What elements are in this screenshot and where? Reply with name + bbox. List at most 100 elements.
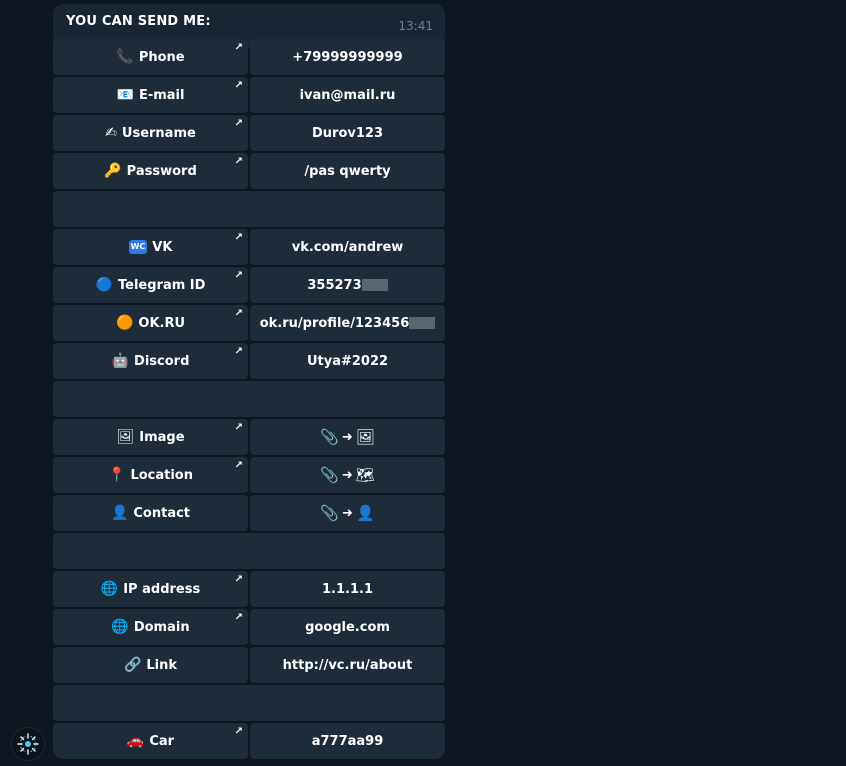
keyboard-button-domain[interactable]: 🌐 Domain ↗ [53, 609, 248, 645]
keyboard-row: 🔗 Link http://vc.ru/about [53, 647, 445, 683]
open-link-arrow-icon: ↗ [234, 232, 243, 243]
bot-logo-icon [17, 733, 39, 755]
open-link-arrow-icon: ↗ [234, 80, 243, 91]
value-text: http://vc.ru/about [282, 657, 413, 673]
keyboard-button-ok-ru[interactable]: 🟠 OK.RU ↗ [53, 305, 248, 341]
button-label: Password [126, 163, 197, 179]
key-icon: 🔑 [104, 163, 122, 179]
value-button[interactable]: +79999999999 [250, 39, 445, 75]
open-link-arrow-icon: ↗ [234, 612, 243, 623]
value-text: 1.1.1.1 [322, 581, 373, 597]
blank-button[interactable] [53, 685, 445, 721]
button-label: Username [121, 125, 196, 141]
blank-button[interactable] [53, 533, 445, 569]
link-icon: 🔗 [123, 657, 142, 673]
right-arrow-icon: ➜ [341, 429, 353, 445]
keyboard-button-password[interactable]: 🔑 Password ↗ [53, 153, 248, 189]
value-text: 355273 [307, 277, 362, 293]
chat-area: YOU CAN SEND ME: 13:41 📞 Phone ↗ +799999999… [0, 0, 846, 766]
keyboard-button-contact[interactable]: 👤 Contact [53, 495, 248, 531]
button-label: Link [146, 657, 178, 673]
keyboard-button-phone[interactable]: 📞 Phone ↗ [53, 39, 248, 75]
button-label: Contact [133, 505, 191, 521]
open-link-arrow-icon: ↗ [234, 574, 243, 585]
button-label: Discord [134, 353, 190, 369]
right-arrow-icon: ➜ [341, 467, 353, 483]
keyboard-row: 📞 Phone ↗ +79999999999 [53, 39, 445, 75]
button-label: OK.RU [138, 315, 186, 331]
car-icon: 🚗 [126, 733, 145, 749]
button-label: VK [152, 239, 173, 255]
keyboard-row: 🖼 Image ↗ 📎 ➜ 🖼 [53, 419, 445, 455]
keyboard-button-username[interactable]: ✍ Username ↗ [53, 115, 248, 151]
blank-button[interactable] [53, 191, 445, 227]
open-link-arrow-icon: ↗ [234, 308, 243, 319]
value-button[interactable]: 📎 ➜ 🗺 [250, 457, 445, 493]
button-label: Car [149, 733, 175, 749]
blank-button[interactable] [53, 381, 445, 417]
paperclip-icon: 📎 [320, 428, 339, 446]
keyboard-button-car[interactable]: 🚗 Car ↗ [53, 723, 248, 759]
value-button[interactable]: /pas qwerty [250, 153, 445, 189]
keyboard-button-image[interactable]: 🖼 Image ↗ [53, 419, 248, 455]
value-button[interactable]: vk.com/andrew [250, 229, 445, 265]
robot-icon: 🤖 [111, 353, 130, 369]
blue-circle-icon: 🔵 [95, 277, 113, 293]
keyboard-button-vk[interactable]: WC VK ↗ [53, 229, 248, 265]
bot-avatar[interactable] [11, 727, 45, 761]
value-text: ok.ru/profile/123456 [259, 315, 410, 331]
keyboard-row: 🔑 Password ↗ /pas qwerty [53, 153, 445, 189]
writing-hand-icon: ✍ [105, 125, 117, 141]
pin-icon: 📍 [108, 467, 126, 483]
value-button[interactable]: Durov123 [250, 115, 445, 151]
keyboard-button-telegram-id[interactable]: 🔵 Telegram ID ↗ [53, 267, 248, 303]
keyboard-button-location[interactable]: 📍 Location ↗ [53, 457, 248, 493]
value-text: vk.com/andrew [291, 239, 404, 255]
value-button[interactable]: http://vc.ru/about [250, 647, 445, 683]
keyboard-row [53, 381, 445, 417]
phone-icon: 📞 [116, 49, 134, 65]
value-button[interactable]: ivan@mail.ru [250, 77, 445, 113]
redaction-block [409, 317, 436, 329]
value-button[interactable]: 355273 [250, 267, 445, 303]
right-arrow-icon: ➜ [342, 505, 353, 521]
value-button[interactable]: 📎 ➜ 👤 [250, 495, 445, 531]
open-link-arrow-icon: ↗ [234, 460, 243, 471]
keyboard-row: 🟠 OK.RU ↗ ok.ru/profile/123456 [53, 305, 445, 341]
value-text: google.com [305, 619, 390, 635]
message-time: 13:41 [398, 19, 433, 33]
keyboard-row: 🌐 Domain ↗ google.com [53, 609, 445, 645]
keyboard-row: ✍ Username ↗ Durov123 [53, 115, 445, 151]
value-button[interactable]: 📎 ➜ 🖼 [250, 419, 445, 455]
value-text: Utya#2022 [306, 353, 389, 369]
keyboard-row: 🤖 Discord ↗ Utya#2022 [53, 343, 445, 379]
person-icon: 👤 [110, 505, 129, 521]
open-link-arrow-icon: ↗ [234, 726, 243, 737]
keyboard-row: 🔵 Telegram ID ↗ 355273 [53, 267, 445, 303]
open-link-arrow-icon: ↗ [234, 270, 243, 281]
keyboard-row: 🌐 IP address ↗ 1.1.1.1 [53, 571, 445, 607]
paperclip-icon: 📎 [320, 466, 339, 484]
keyboard-row: 🚗 Car ↗ a777aa99 [53, 723, 445, 759]
value-button[interactable]: a777aa99 [250, 723, 445, 759]
value-button[interactable]: Utya#2022 [250, 343, 445, 379]
value-button[interactable]: 1.1.1.1 [250, 571, 445, 607]
target-type-icon: 👤 [355, 504, 375, 522]
open-link-arrow-icon: ↗ [234, 156, 243, 167]
value-text: /pas qwerty [304, 163, 391, 179]
value-text: +79999999999 [292, 49, 403, 65]
keyboard-button-e-mail[interactable]: 📧 E-mail ↗ [53, 77, 248, 113]
keyboard-button-link[interactable]: 🔗 Link [53, 647, 248, 683]
value-button[interactable]: ok.ru/profile/123456 [250, 305, 445, 341]
keyboard-button-discord[interactable]: 🤖 Discord ↗ [53, 343, 248, 379]
redaction-block [361, 279, 388, 291]
keyboard-button-ip-address[interactable]: 🌐 IP address ↗ [53, 571, 248, 607]
keyboard-row: 📧 E-mail ↗ ivan@mail.ru [53, 77, 445, 113]
inline-keyboard: 📞 Phone ↗ +79999999999 📧 E-mail ↗ ivan@mail.ru ✍… [53, 39, 445, 761]
button-label: Location [130, 467, 193, 483]
vk-icon: WC [128, 240, 148, 254]
value-button[interactable]: google.com [250, 609, 445, 645]
image-icon: 🖼 [116, 429, 135, 445]
globe-icon: 🌐 [100, 581, 119, 597]
keyboard-row: WC VK ↗ vk.com/andrew [53, 229, 445, 265]
